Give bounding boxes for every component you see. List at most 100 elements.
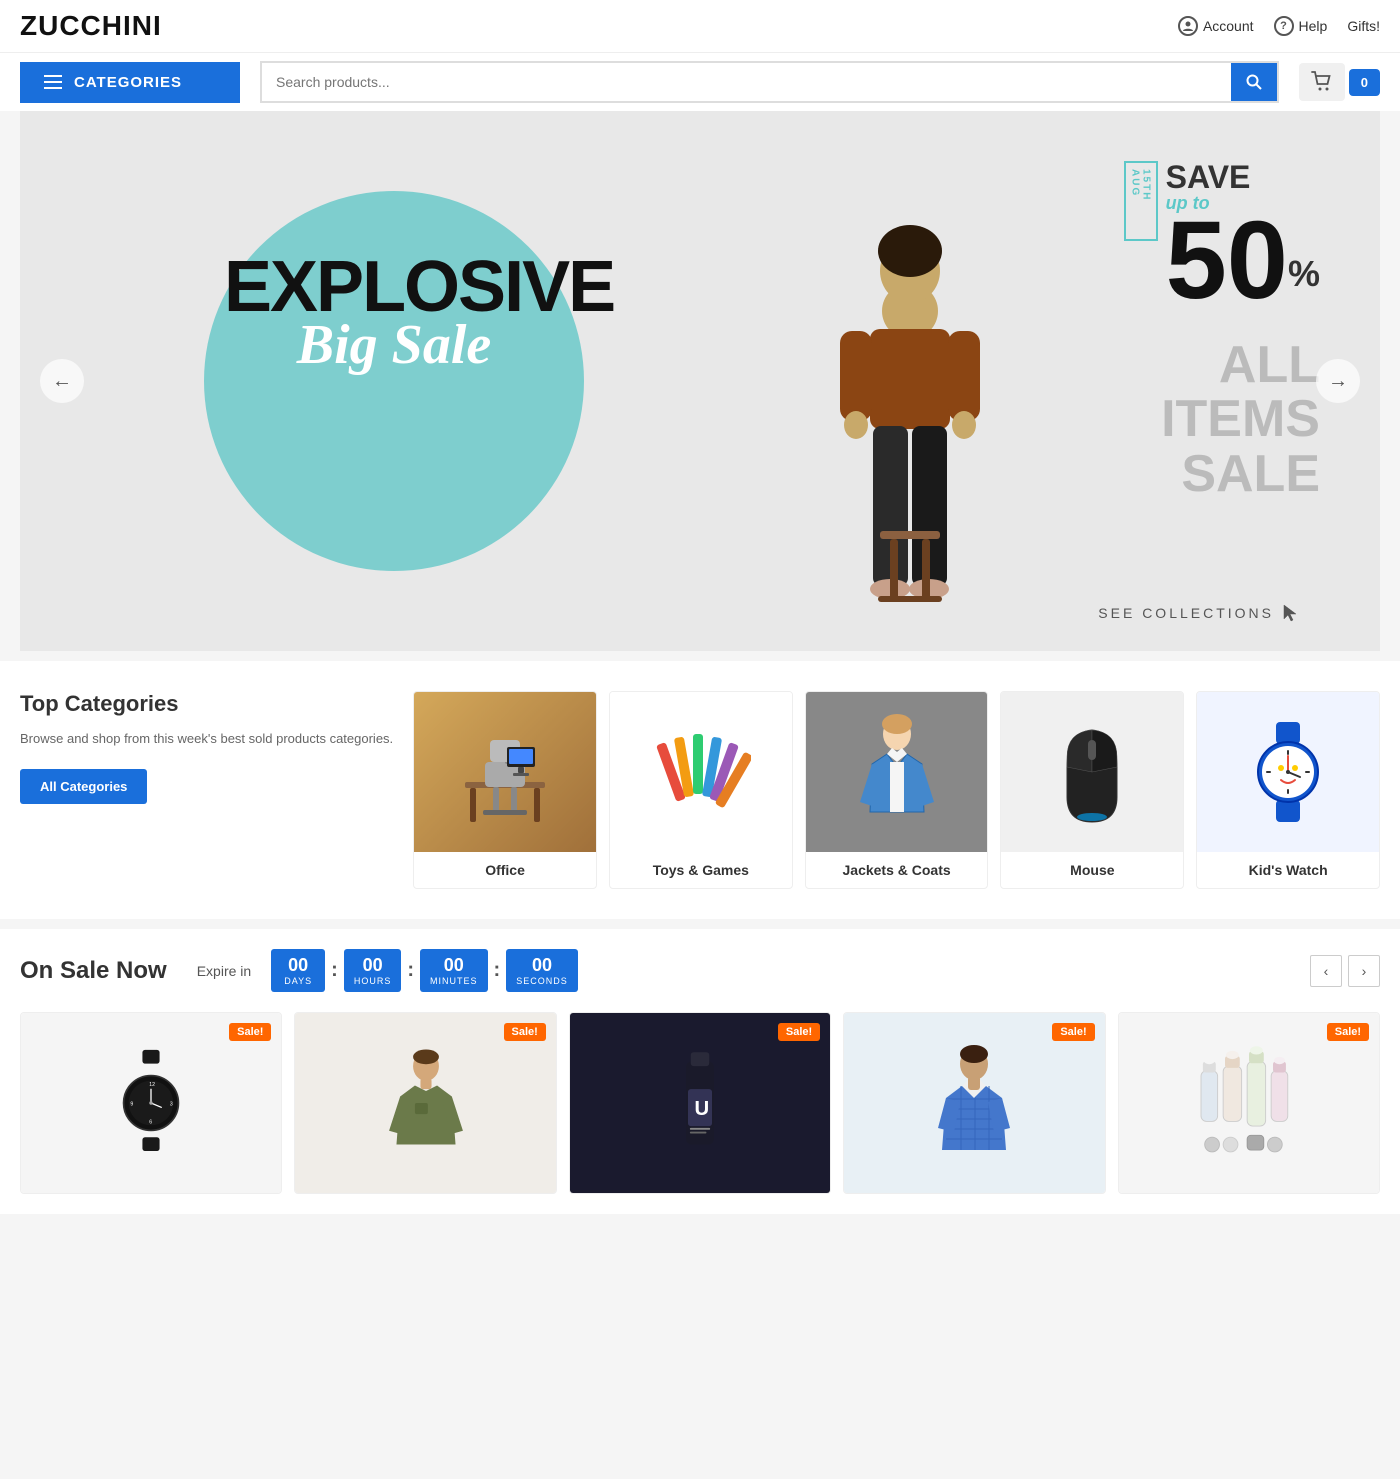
sep2: :	[405, 959, 416, 982]
category-label-toys: Toys & Games	[610, 852, 792, 888]
top-categories-sidebar: Top Categories Browse and shop from this…	[20, 691, 393, 804]
svg-text:12: 12	[149, 1082, 155, 1088]
toolbar: CATEGORIES 0	[0, 53, 1400, 111]
help-icon: ?	[1274, 16, 1294, 36]
watch-svg	[1238, 712, 1338, 832]
product-card-package[interactable]: Sale! U	[569, 1012, 831, 1194]
hero-bigsale: Big Sale	[224, 313, 564, 377]
hamburger-icon	[44, 75, 62, 89]
sale-next-button[interactable]: ›	[1348, 955, 1380, 987]
cursor-icon	[1280, 603, 1300, 623]
search-button[interactable]	[1231, 63, 1277, 101]
top-categories-section: Top Categories Browse and shop from this…	[0, 661, 1400, 919]
next-arrow: →	[1328, 370, 1348, 393]
jacket-svg	[852, 712, 942, 832]
sale-badge-bottles: Sale!	[1327, 1023, 1369, 1041]
account-nav[interactable]: Account	[1178, 16, 1254, 36]
cart-badge: 0	[1349, 69, 1380, 96]
gifts-nav[interactable]: Gifts!	[1347, 18, 1380, 34]
hero-banner: EXPLOSIVE Big Sale	[20, 111, 1380, 651]
category-image-office	[414, 692, 596, 852]
hero-next-button[interactable]: →	[1316, 359, 1360, 403]
help-nav[interactable]: ? Help	[1274, 16, 1328, 36]
hero-circle-area: EXPLOSIVE Big Sale	[204, 191, 584, 571]
categories-grid: Office Toys & Games	[413, 691, 1380, 889]
help-label: Help	[1299, 18, 1328, 34]
on-sale-title: On Sale Now	[20, 957, 167, 985]
hero-prev-button[interactable]: ←	[40, 359, 84, 403]
product-card-bottles[interactable]: Sale!	[1118, 1012, 1380, 1194]
countdown-days: 00 DAYS	[271, 949, 325, 992]
search-icon	[1245, 73, 1263, 91]
hero-percent-sign: %	[1288, 256, 1320, 292]
seconds-label: SECONDS	[516, 976, 568, 986]
products-row: Sale! 12 3 6 9 Sal	[20, 1012, 1380, 1194]
category-image-jackets	[806, 692, 988, 852]
seconds-value: 00	[516, 955, 568, 976]
category-card-toys[interactable]: Toys & Games	[609, 691, 793, 889]
hero-50: 50	[1166, 214, 1288, 308]
countdown-seconds: 00 SECONDS	[506, 949, 578, 992]
tshirt-svg	[376, 1043, 476, 1163]
product-card-watch[interactable]: Sale! 12 3 6 9	[20, 1012, 282, 1194]
header: ZUCCHINI Account ? Help Gifts!	[0, 0, 1400, 53]
sale-badge-watch: Sale!	[229, 1023, 271, 1041]
hours-value: 00	[354, 955, 392, 976]
sale-prev-button[interactable]: ‹	[1310, 955, 1342, 987]
header-right: Account ? Help Gifts!	[1178, 16, 1380, 36]
category-label-office: Office	[414, 852, 596, 888]
category-label-watch: Kid's Watch	[1197, 852, 1379, 888]
cart-icon-wrap	[1299, 63, 1345, 101]
all-items-line1: ALL	[1161, 338, 1320, 393]
hero-all-items: ALL ITEMS SALE	[1161, 338, 1320, 502]
hero-inner: EXPLOSIVE Big Sale	[20, 111, 1380, 651]
bottles-svg	[1189, 1043, 1309, 1163]
svg-text:9: 9	[131, 1102, 134, 1108]
mouse-svg	[1042, 712, 1142, 832]
category-label-mouse: Mouse	[1001, 852, 1183, 888]
top-categories-description: Browse and shop from this week's best so…	[20, 729, 393, 749]
top-categories-layout: Top Categories Browse and shop from this…	[20, 691, 1380, 889]
category-card-watch[interactable]: Kid's Watch	[1196, 691, 1380, 889]
cart-area[interactable]: 0	[1299, 63, 1380, 101]
days-label: DAYS	[281, 976, 315, 986]
hero-save-block: 15TH AUG SAVE up to 50 %	[1124, 161, 1320, 308]
svg-text:U: U	[694, 1098, 709, 1120]
category-card-mouse[interactable]: Mouse	[1000, 691, 1184, 889]
top-categories-heading: Top Categories	[20, 691, 393, 717]
on-sale-header: On Sale Now Expire in 00 DAYS : 00 HOURS…	[20, 949, 1380, 992]
categories-label: CATEGORIES	[74, 74, 182, 91]
sep1: :	[329, 959, 340, 982]
hero-left: EXPLOSIVE Big Sale	[20, 111, 768, 651]
minutes-label: MINUTES	[430, 976, 478, 986]
see-collections[interactable]: SEE COLLECTIONS	[1098, 603, 1300, 623]
cart-icon	[1311, 71, 1333, 93]
search-bar	[260, 61, 1279, 103]
search-input[interactable]	[262, 64, 1231, 100]
category-image-toys	[610, 692, 792, 852]
days-value: 00	[281, 955, 315, 976]
category-card-office[interactable]: Office	[413, 691, 597, 889]
countdown-minutes: 00 MINUTES	[420, 949, 488, 992]
countdown: 00 DAYS : 00 HOURS : 00 MINUTES : 00 SEC…	[271, 949, 578, 992]
sale-badge-blue-shirt: Sale!	[1052, 1023, 1094, 1041]
category-label-jackets: Jackets & Coats	[806, 852, 988, 888]
account-label: Account	[1203, 18, 1254, 34]
expire-label: Expire in	[197, 963, 251, 979]
hero-percent-row: 50 %	[1166, 214, 1320, 308]
logo: ZUCCHINI	[20, 10, 162, 42]
blue-shirt-svg	[924, 1038, 1024, 1168]
sep3: :	[492, 959, 503, 982]
all-items-line2: ITEMS	[1161, 392, 1320, 447]
sale-nav: ‹ ›	[1310, 955, 1380, 987]
product-card-blue-shirt[interactable]: Sale!	[843, 1012, 1105, 1194]
sale-badge-package: Sale!	[778, 1023, 820, 1041]
sale-badge-tshirt: Sale!	[504, 1023, 546, 1041]
person-svg	[780, 151, 1040, 651]
product-card-tshirt[interactable]: Sale!	[294, 1012, 556, 1194]
category-card-jackets[interactable]: Jackets & Coats	[805, 691, 989, 889]
category-image-watch	[1197, 692, 1379, 852]
categories-button[interactable]: CATEGORIES	[20, 62, 240, 103]
category-image-mouse	[1001, 692, 1183, 852]
all-categories-button[interactable]: All Categories	[20, 769, 147, 804]
